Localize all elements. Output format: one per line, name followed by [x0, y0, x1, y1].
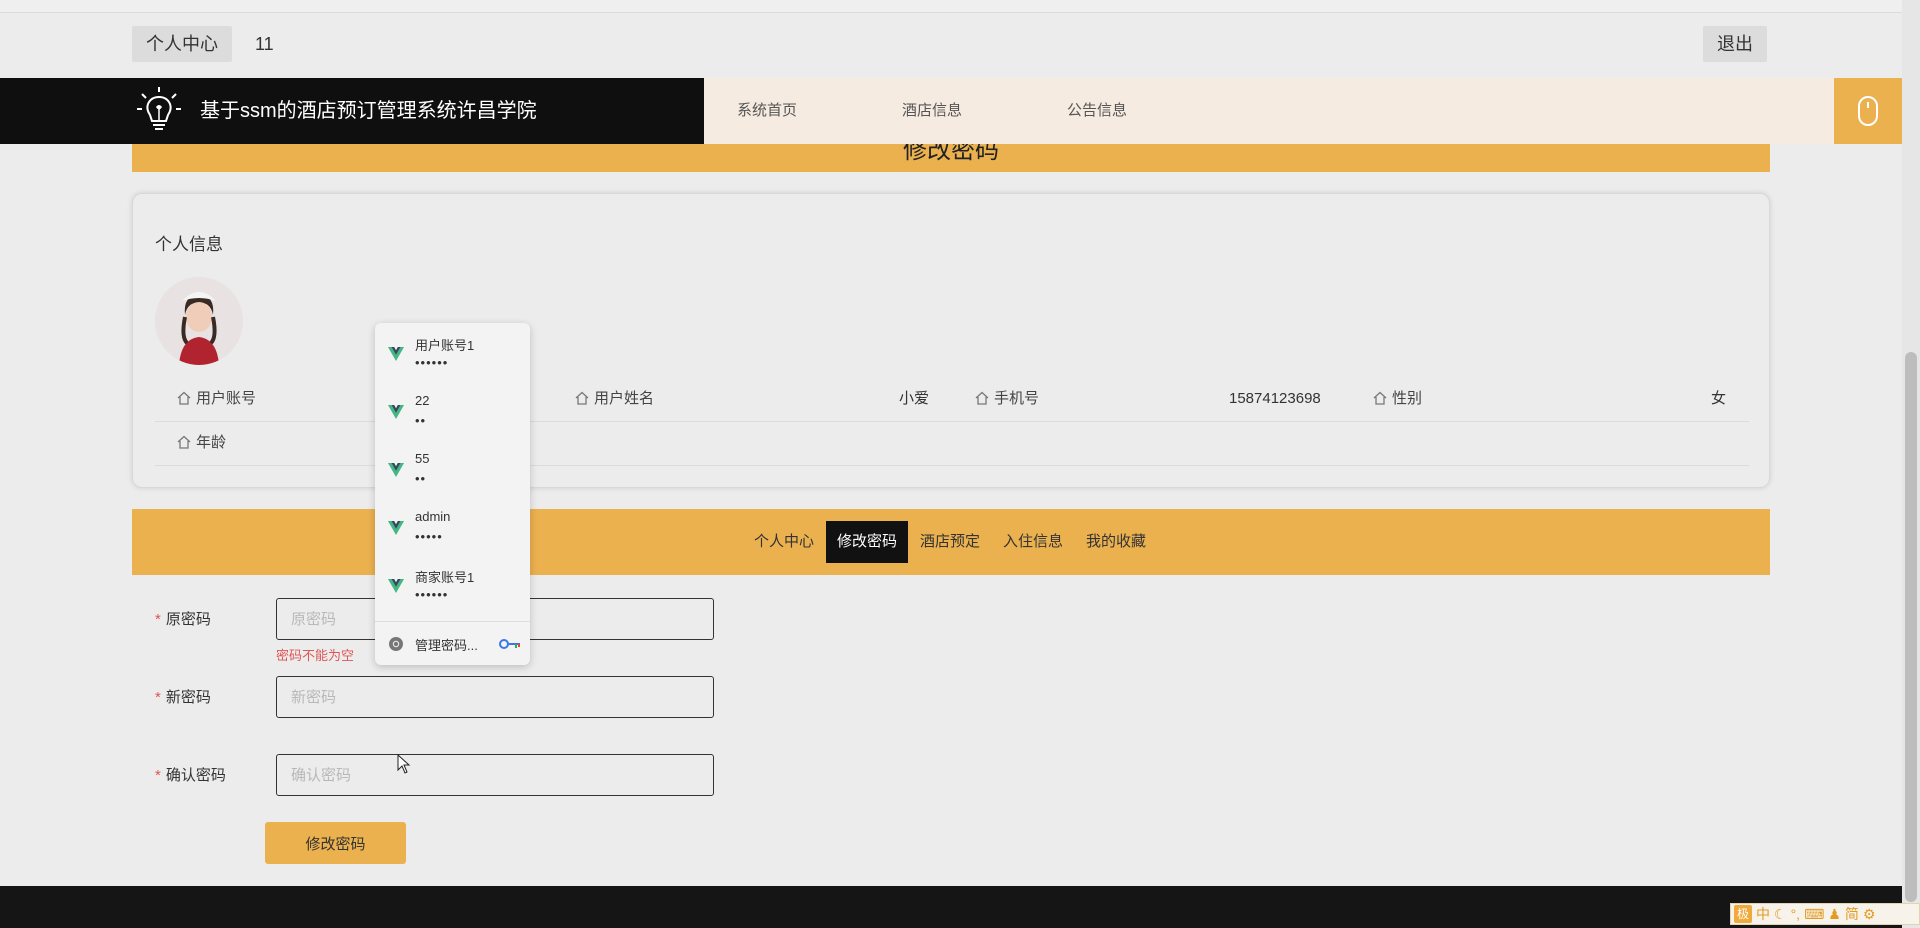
field-name-label: 用户姓名 [594, 390, 655, 407]
autocomplete-password: •••••• [415, 355, 449, 370]
nav-home[interactable]: 系统首页 [737, 78, 797, 144]
new-password-label-text: 新密码 [165, 689, 211, 706]
site-header: 基于ssm的酒店预订管理系统许昌学院 系统首页 酒店信息 公告信息 [0, 78, 1902, 144]
old-password-error: 密码不能为空 [276, 648, 355, 663]
autocomplete-username: 商家账号1 [415, 570, 475, 585]
autocomplete-username: 22 [415, 393, 430, 408]
ime-script-toggle[interactable]: 简 [1845, 904, 1859, 924]
manage-passwords-link[interactable]: 管理密码... [415, 635, 478, 654]
profile-card-title: 个人信息 [155, 235, 223, 254]
dropdown-divider [375, 621, 530, 622]
punctuation-icon[interactable]: °, [1791, 906, 1801, 922]
home-icon [177, 435, 191, 449]
scrollbar-thumb[interactable] [1905, 352, 1917, 902]
chrome-icon [389, 637, 403, 651]
page-title-banner: 修改密码 [132, 144, 1770, 172]
home-icon [177, 391, 191, 405]
scroll-hint[interactable] [1834, 78, 1902, 144]
autocomplete-username: 用户账号1 [415, 338, 475, 353]
site-title: 基于ssm的酒店预订管理系统许昌学院 [200, 100, 537, 122]
vue-logo-icon [388, 463, 404, 477]
tab-change-password[interactable]: 修改密码 [826, 521, 909, 563]
tab-favorites[interactable]: 我的收藏 [1075, 521, 1157, 563]
avatar-photo [155, 277, 243, 365]
autocomplete-password: •• [415, 471, 427, 486]
profile-center-button[interactable]: 个人中心 [132, 26, 232, 62]
brand: 基于ssm的酒店预订管理系统许昌学院 [0, 78, 704, 144]
settings-gear-icon[interactable]: ⚙ [1863, 906, 1876, 923]
field-age: 年龄 [177, 421, 226, 465]
required-marker: * [155, 611, 161, 628]
page-footer [0, 886, 1902, 928]
new-password-input[interactable] [276, 676, 714, 718]
home-icon [1373, 391, 1387, 405]
autocomplete-password: •• [415, 413, 427, 428]
confirm-password-label: * 确认密码 [155, 754, 226, 798]
moon-icon[interactable]: ☾ [1774, 906, 1787, 923]
mouse-cursor-icon [397, 754, 411, 774]
autocomplete-item[interactable]: 22 •• [375, 381, 530, 439]
field-gender-label: 性别 [1392, 390, 1423, 407]
new-password-label: * 新密码 [155, 676, 211, 720]
ime-mode-toggle[interactable]: 中 [1756, 904, 1770, 924]
vue-logo-icon [388, 521, 404, 535]
nav-announcements[interactable]: 公告信息 [1067, 78, 1127, 144]
keyboard-icon[interactable]: ⌨ [1804, 906, 1824, 923]
autocomplete-item[interactable]: 用户账号1 •••••• [375, 323, 530, 381]
logout-button[interactable]: 退出 [1703, 26, 1767, 62]
field-account-label: 用户账号 [196, 390, 257, 407]
autocomplete-username: admin [415, 509, 451, 524]
required-marker: * [155, 689, 161, 706]
tab-personal-center[interactable]: 个人中心 [743, 521, 825, 563]
mouse-icon [1858, 96, 1878, 126]
ime-toolbar[interactable]: 极 中 ☾ °, ⌨ ♟ 简 ⚙ [1730, 903, 1920, 925]
autocomplete-item[interactable]: admin ••••• [375, 497, 530, 555]
vue-logo-icon [388, 579, 404, 593]
change-password-button[interactable]: 修改密码 [265, 822, 406, 864]
tab-checkin-info[interactable]: 入住信息 [992, 521, 1074, 563]
field-name-value: 小爱 [899, 390, 930, 407]
confirm-password-input[interactable] [276, 754, 714, 796]
home-icon [575, 391, 589, 405]
vue-logo-icon [388, 405, 404, 419]
field-gender: 性别 [1373, 377, 1422, 421]
page-title: 修改密码 [903, 144, 999, 164]
field-gender-value: 女 [1711, 390, 1727, 407]
autocomplete-item[interactable]: 55 •• [375, 439, 530, 497]
old-password-label: * 原密码 [155, 598, 211, 642]
field-phone: 手机号 [975, 377, 1039, 421]
old-password-label-text: 原密码 [165, 611, 211, 628]
nav-hotel-info[interactable]: 酒店信息 [902, 78, 962, 144]
username-label: 11 [255, 34, 274, 54]
required-marker: * [155, 767, 161, 784]
home-icon [975, 391, 989, 405]
avatar [155, 277, 243, 365]
page-scrollbar[interactable] [1902, 0, 1920, 928]
password-autocomplete-dropdown: 用户账号1 •••••• 22 •• 55 •• admin ••••• 商家账… [375, 323, 530, 665]
autocomplete-password: ••••• [415, 529, 443, 544]
field-age-label: 年龄 [196, 434, 227, 451]
lightbulb-logo-icon [137, 87, 181, 130]
top-strip [0, 0, 1902, 13]
tab-hotel-booking[interactable]: 酒店预定 [909, 521, 991, 563]
field-phone-value: 15874123698 [1229, 390, 1321, 407]
field-account: 用户账号 [177, 377, 256, 421]
user-icon[interactable]: ♟ [1828, 906, 1841, 923]
ime-logo: 极 [1734, 905, 1752, 923]
autocomplete-username: 55 [415, 451, 430, 466]
field-phone-label: 手机号 [994, 390, 1040, 407]
key-icon [499, 639, 520, 649]
autocomplete-item[interactable]: 商家账号1 •••••• [375, 555, 530, 613]
vue-logo-icon [388, 347, 404, 361]
field-name: 用户姓名 [575, 377, 654, 421]
autocomplete-password: •••••• [415, 587, 449, 602]
confirm-password-label-text: 确认密码 [165, 767, 226, 784]
